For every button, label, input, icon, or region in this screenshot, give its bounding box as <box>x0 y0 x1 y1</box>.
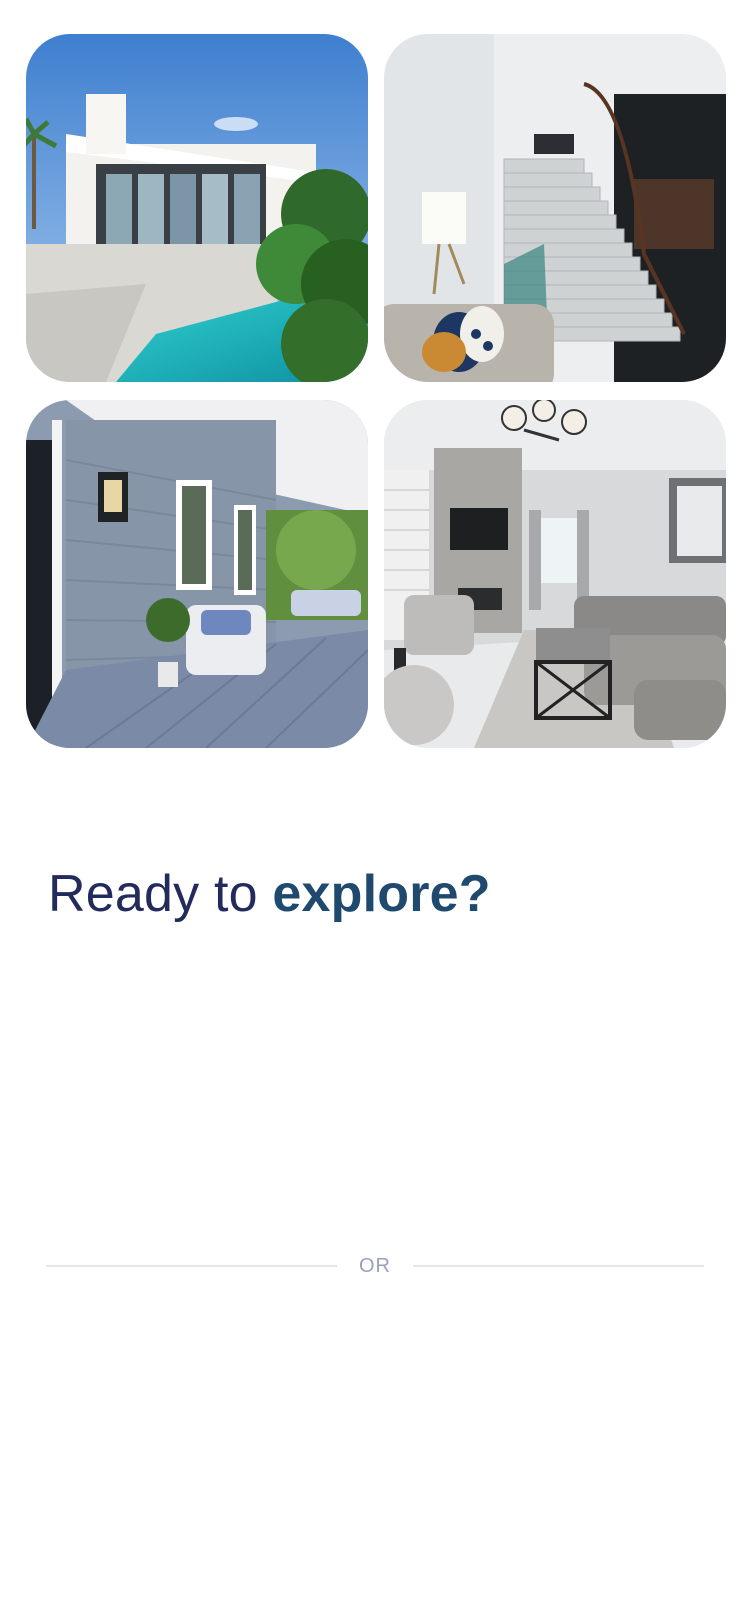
divider-label: OR <box>359 1254 391 1277</box>
front-porch-photo[interactable] <box>26 400 368 748</box>
divider-line-left <box>46 1265 337 1267</box>
divider-line-right <box>413 1265 704 1267</box>
living-room-photo[interactable] <box>384 400 726 748</box>
headline-accent: explore? <box>272 865 491 923</box>
modern-house-pool-photo[interactable] <box>26 34 368 382</box>
or-divider: OR <box>46 1252 704 1280</box>
staircase-interior-photo[interactable] <box>384 34 726 382</box>
page-title: Ready to explore? <box>48 864 491 924</box>
headline-prefix: Ready to <box>48 865 273 923</box>
